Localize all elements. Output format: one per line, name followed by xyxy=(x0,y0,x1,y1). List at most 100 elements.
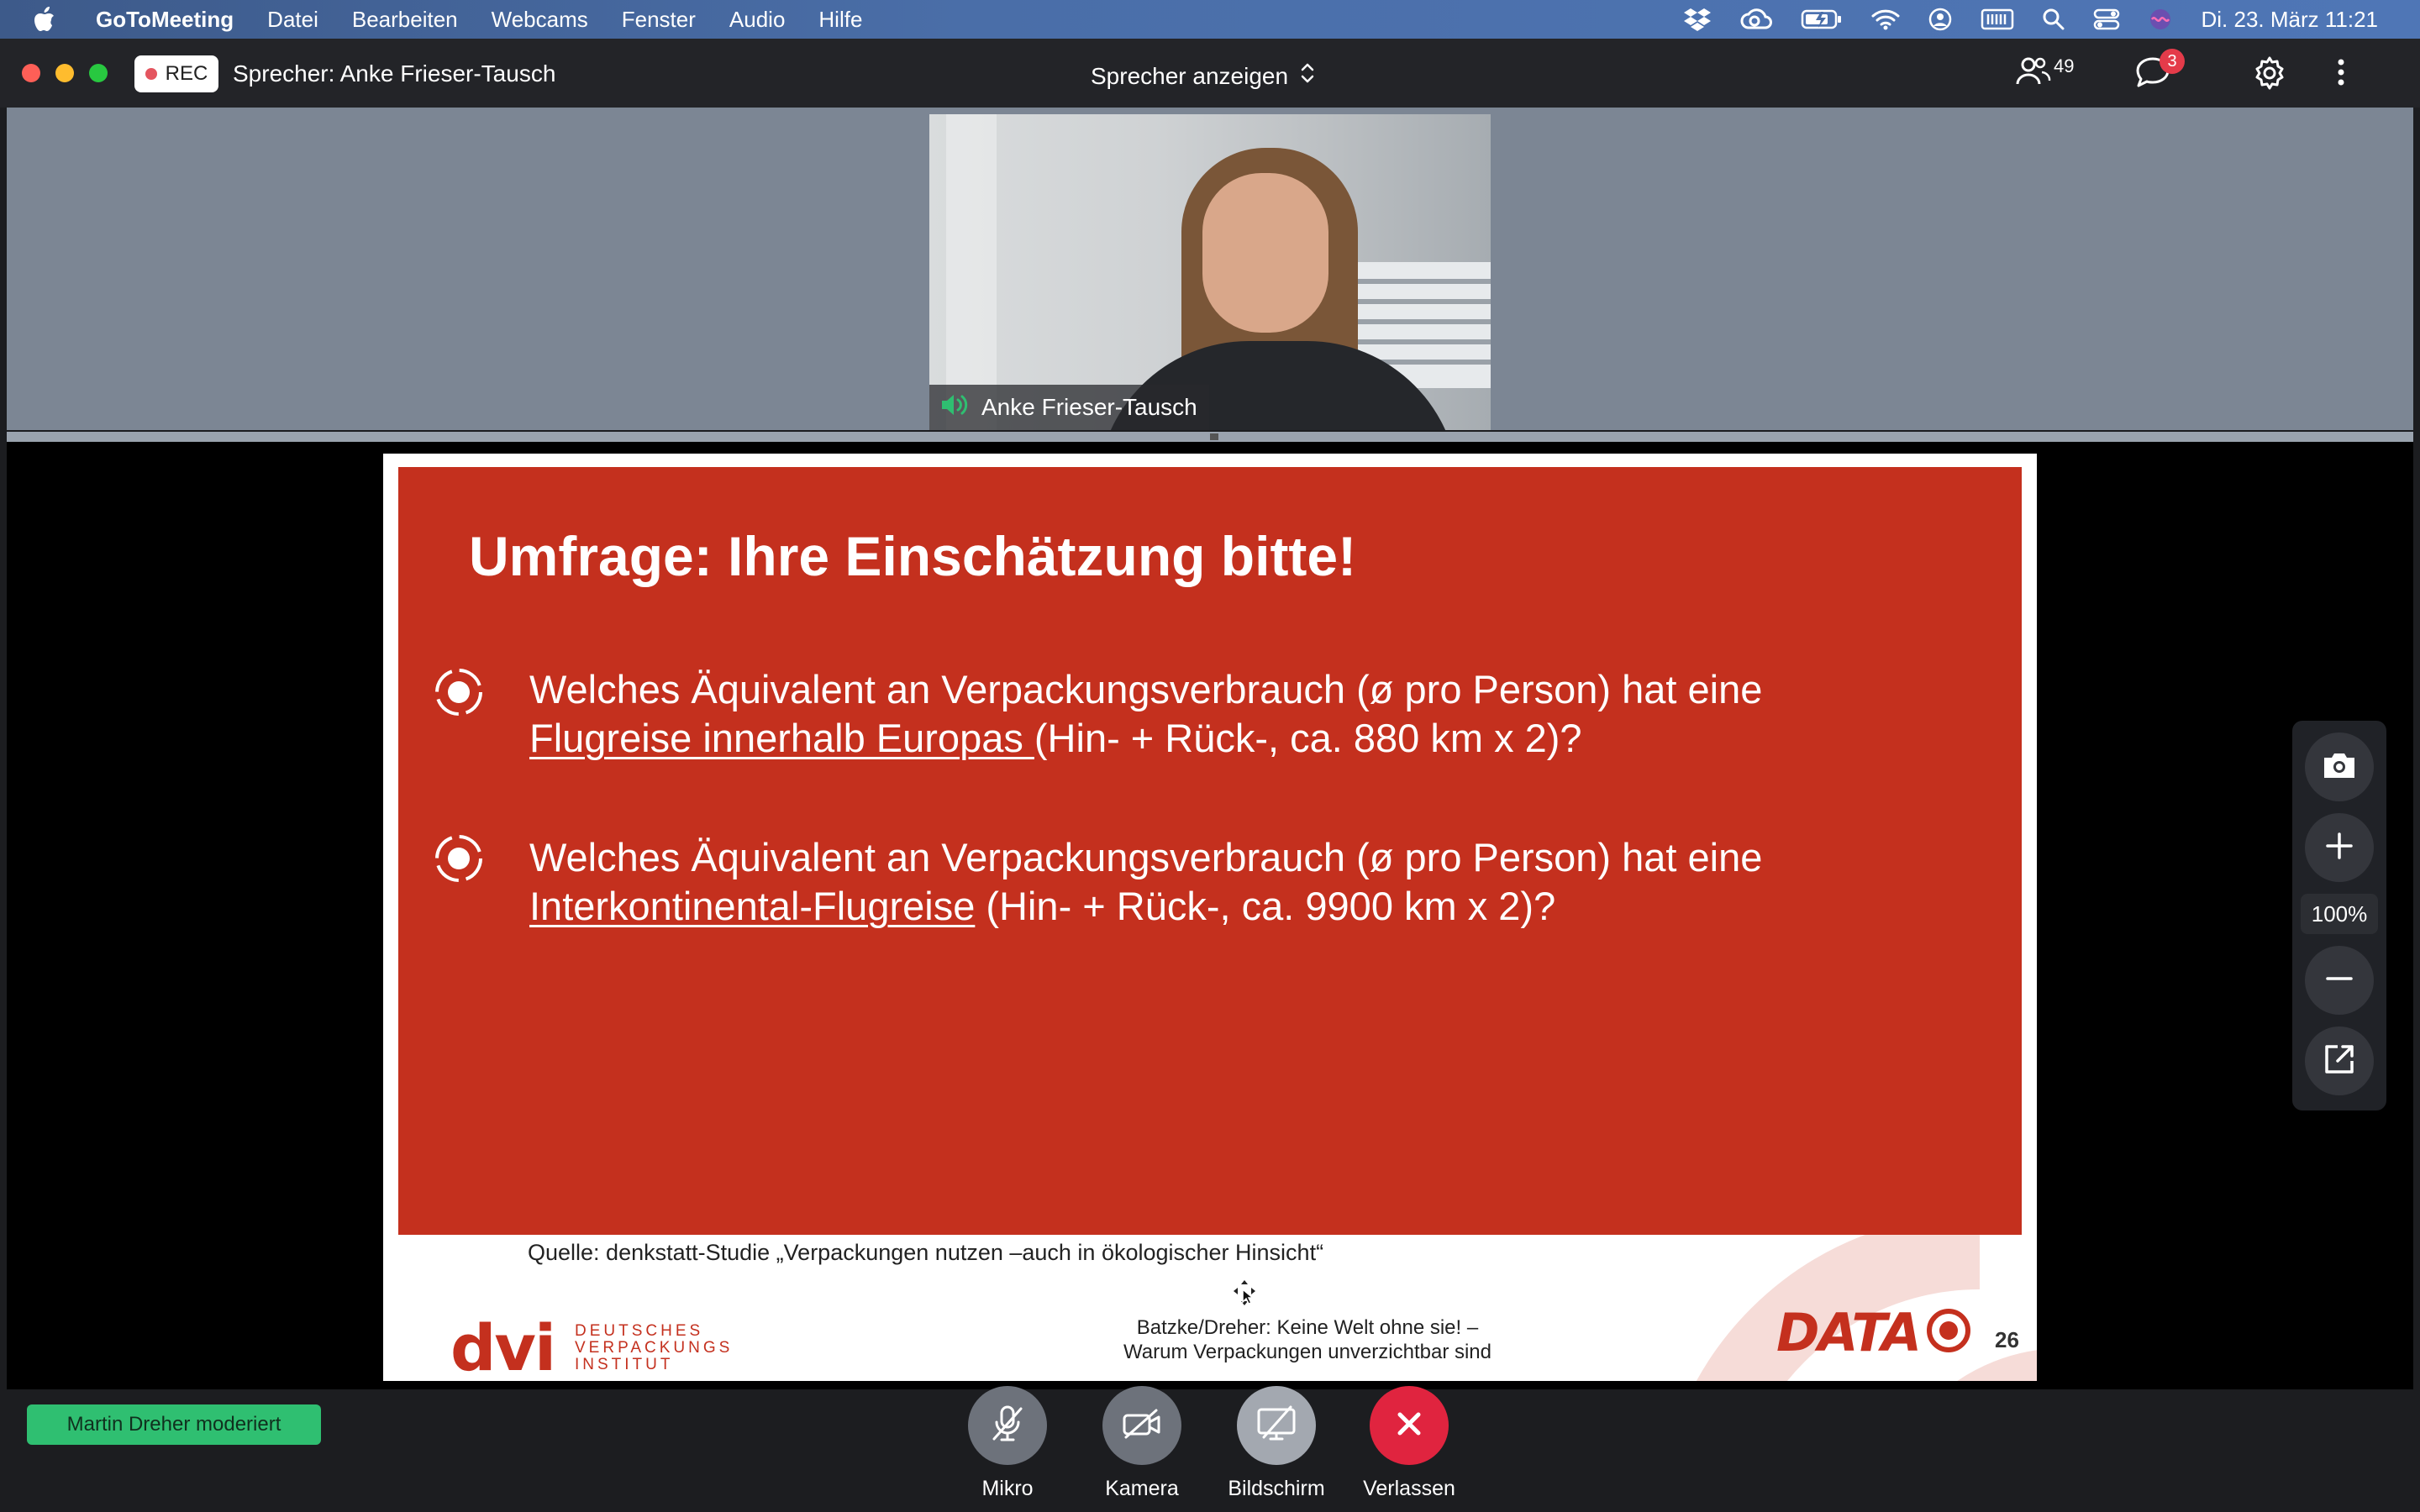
external-open-icon xyxy=(2323,1042,2356,1080)
gear-icon xyxy=(2252,56,2287,94)
question-2-rest: (Hin- + Rück-, ca. 9900 km x 2)? xyxy=(975,884,1556,928)
user-account-icon[interactable] xyxy=(1928,8,1952,31)
wifi-icon[interactable] xyxy=(1871,8,1900,30)
resize-grip-icon xyxy=(1210,433,1218,440)
participants-count: 49 xyxy=(2054,55,2075,76)
menu-clock[interactable]: Di. 23. März 11:21 xyxy=(2201,7,2378,33)
data-logo: DATA xyxy=(1776,1302,1972,1363)
menu-item-webcams[interactable]: Webcams xyxy=(492,7,588,33)
battery-icon[interactable] xyxy=(1801,8,1843,30)
chat-button[interactable]: 3 xyxy=(2134,49,2185,93)
spotlight-search-icon[interactable] xyxy=(2043,8,2065,30)
dvi-logo: dvi DEUTSCHES VERPACKUNGS INSTITUT xyxy=(450,1310,733,1381)
apple-icon[interactable] xyxy=(34,7,59,32)
record-dot-icon xyxy=(145,68,157,80)
window-close-button[interactable] xyxy=(22,64,40,82)
leave-button-circle[interactable] xyxy=(1370,1386,1449,1465)
speaker-face xyxy=(1202,173,1328,333)
view-mode-select[interactable]: Sprecher anzeigen xyxy=(1091,60,1315,92)
speaker-video-tile[interactable] xyxy=(929,114,1491,430)
dvi-text-line-1: DEUTSCHES xyxy=(575,1321,704,1340)
slide-footer-credit: Batzke/Dreher: Keine Welt ohne sie! – Wa… xyxy=(1039,1315,1576,1364)
menu-app-name[interactable]: GoToMeeting xyxy=(96,7,234,33)
speaker-name-tag: Anke Frieser-Tausch xyxy=(929,385,1209,430)
zoom-out-button[interactable] xyxy=(2305,946,2374,1015)
camera-button[interactable]: Kamera xyxy=(1075,1386,1209,1501)
footer-line-2: Warum Verpackungen unverzichtbar sind xyxy=(1123,1341,1491,1363)
window-zoom-button[interactable] xyxy=(89,64,108,82)
view-mode-label: Sprecher anzeigen xyxy=(1091,62,1289,89)
camera-label: Kamera xyxy=(1105,1477,1179,1500)
target-bullet-icon xyxy=(435,835,482,882)
vertical-ellipsis-icon xyxy=(2336,59,2346,92)
window-minimize-button[interactable] xyxy=(55,64,74,82)
leave-label: Verlassen xyxy=(1363,1477,1455,1500)
microphone-button-circle[interactable] xyxy=(968,1386,1047,1465)
screen-share-button[interactable]: Bildschirm xyxy=(1209,1386,1344,1501)
footer-line-1: Batzke/Dreher: Keine Welt ohne sie! – xyxy=(1136,1316,1479,1339)
participants-icon xyxy=(2015,54,2052,92)
creative-cloud-icon[interactable] xyxy=(1740,8,1773,31)
menu-item-datei[interactable]: Datei xyxy=(267,7,318,33)
screen-share-button-circle[interactable] xyxy=(1237,1386,1316,1465)
chat-bubble-icon xyxy=(2134,57,2171,92)
slide-source: Quelle: denkstatt-Studie „Verpackungen n… xyxy=(528,1240,1324,1265)
microphone-label: Mikro xyxy=(981,1477,1034,1500)
camera-button-circle[interactable] xyxy=(1102,1386,1181,1465)
moderator-badge: Martin Dreher moderiert xyxy=(27,1404,321,1445)
camera-snapshot-icon xyxy=(2321,750,2358,785)
menu-bar: GoToMeeting Datei Bearbeiten Webcams Fen… xyxy=(0,0,2420,39)
menu-item-bearbeiten[interactable]: Bearbeiten xyxy=(352,7,458,33)
plus-icon xyxy=(2324,831,2354,865)
slide-question-1: Welches Äquivalent an Verpackungsverbrau… xyxy=(529,665,1762,763)
camera-off-icon xyxy=(1121,1407,1163,1445)
slide-title: Umfrage: Ihre Einschätzung bitte! xyxy=(469,525,1357,587)
dvi-logo-mark: dvi xyxy=(450,1310,556,1381)
more-options-button[interactable] xyxy=(2336,55,2346,93)
dropbox-icon[interactable] xyxy=(1683,8,1712,31)
question-2-underlined: Interkontinental-Flugreise xyxy=(529,884,976,928)
settings-button[interactable] xyxy=(2252,55,2287,95)
dvi-text-line-3: INSTITUT xyxy=(575,1355,674,1373)
question-2-line: Welches Äquivalent an Verpackungsverbrau… xyxy=(529,835,1763,879)
menu-item-hilfe[interactable]: Hilfe xyxy=(818,7,862,33)
leave-meeting-button[interactable]: Verlassen xyxy=(1342,1386,1476,1501)
panel-resize-divider[interactable] xyxy=(7,432,2413,442)
move-cursor-icon xyxy=(1232,1278,1257,1311)
data-logo-target-icon xyxy=(1925,1307,1972,1358)
shared-slide: Umfrage: Ihre Einschätzung bitte! Welche… xyxy=(383,454,2037,1381)
menu-item-fenster[interactable]: Fenster xyxy=(622,7,696,33)
video-background-light xyxy=(946,114,997,430)
target-bullet-icon xyxy=(435,669,482,716)
dvi-text-line-2: VERPACKUNGS xyxy=(575,1338,734,1357)
snapshot-button[interactable] xyxy=(2305,732,2374,801)
siri-icon[interactable] xyxy=(2149,8,2172,31)
keyboard-icon[interactable] xyxy=(1981,8,2014,31)
question-1-line: Welches Äquivalent an Verpackungsverbrau… xyxy=(529,667,1763,711)
minus-icon xyxy=(2324,963,2354,998)
zoom-controls-panel: 100% xyxy=(2292,721,2386,1110)
slide-question-2: Welches Äquivalent an Verpackungsverbrau… xyxy=(529,833,1762,931)
question-1-underlined: Flugreise innerhalb Europas xyxy=(529,716,1034,760)
up-down-chevron-icon xyxy=(1300,60,1315,92)
participants-button[interactable]: 49 xyxy=(2015,54,2074,92)
question-1-rest: (Hin- + Rück-, ca. 880 km x 2)? xyxy=(1034,716,1582,760)
speaker-audio-icon xyxy=(939,392,970,423)
speaker-title: Sprecher: Anke Frieser-Tausch xyxy=(233,60,556,87)
close-x-icon xyxy=(1395,1410,1423,1442)
meeting-titlebar: REC Sprecher: Anke Frieser-Tausch Sprech… xyxy=(0,39,2420,108)
control-center-icon[interactable] xyxy=(2093,8,2120,31)
dvi-logo-text: DEUTSCHES VERPACKUNGS INSTITUT xyxy=(575,1321,734,1373)
microphone-button[interactable]: Mikro xyxy=(940,1386,1075,1501)
pop-out-button[interactable] xyxy=(2305,1026,2374,1095)
menu-item-audio[interactable]: Audio xyxy=(729,7,786,33)
screen-share-off-icon xyxy=(1255,1405,1297,1446)
data-logo-mark: DATA xyxy=(1776,1302,1922,1363)
slide-page-number: 26 xyxy=(1995,1327,2019,1352)
zoom-in-button[interactable] xyxy=(2305,813,2374,882)
chat-unread-badge: 3 xyxy=(2160,49,2185,74)
mic-muted-icon xyxy=(989,1404,1026,1448)
zoom-level: 100% xyxy=(2301,894,2378,934)
recording-label: REC xyxy=(165,62,208,85)
speaker-name: Anke Frieser-Tausch xyxy=(981,394,1197,420)
